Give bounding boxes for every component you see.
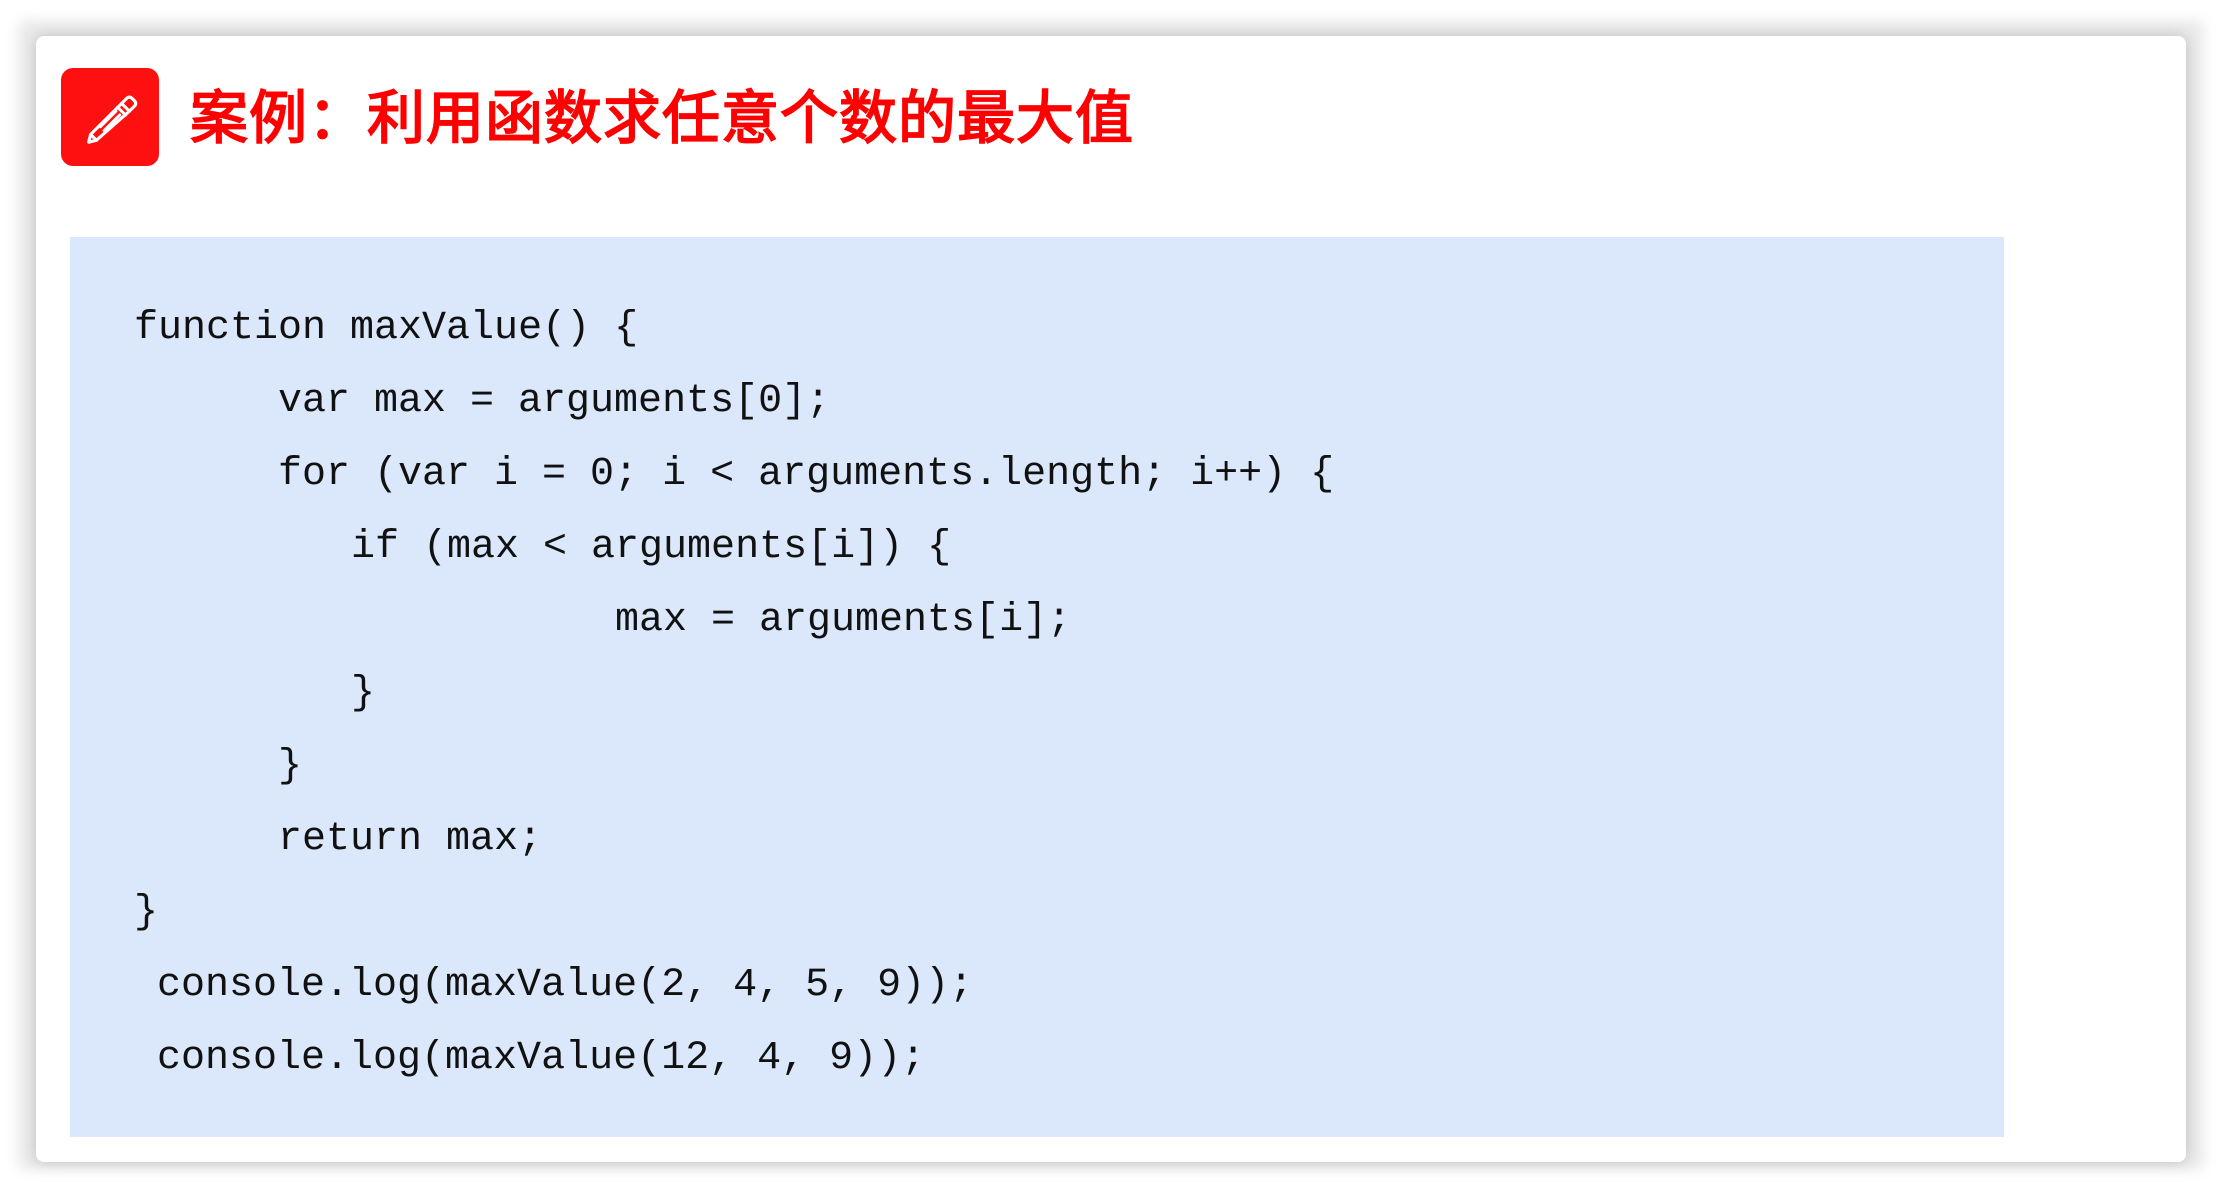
code-line: console.log(maxValue(12, 4, 9)); (157, 1036, 926, 1081)
code-line: function maxValue() { (134, 306, 639, 351)
code-line: } (351, 671, 376, 716)
code-block: function maxValue() { var max = argument… (70, 237, 2004, 1137)
code-line: if (max < arguments[i]) { (351, 525, 952, 570)
code-line: for (var i = 0; i < arguments.length; i+… (278, 452, 1335, 497)
code-line: return max; (278, 817, 543, 862)
pencil-icon (87, 95, 138, 144)
page-title: 案例：利用函数求任意个数的最大值 (190, 84, 1135, 152)
code-line: console.log(maxValue(2, 4, 5, 9)); (157, 963, 974, 1008)
code-line: max = arguments[i]; (615, 598, 1072, 643)
code-line: } (134, 890, 159, 935)
code-line: var max = arguments[0]; (278, 379, 831, 424)
title-badge (61, 68, 159, 166)
code-line: } (278, 744, 303, 789)
